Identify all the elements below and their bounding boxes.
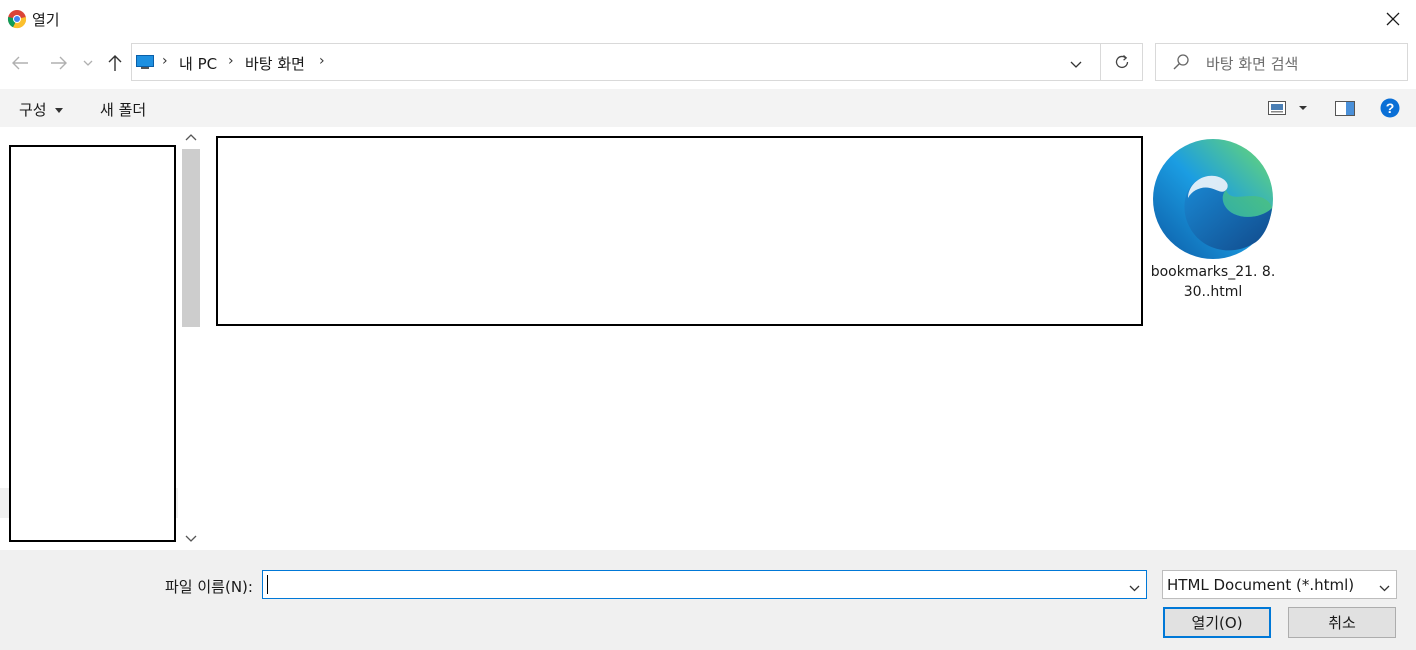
breadcrumb-desktop[interactable]: 바탕 화면 <box>245 53 305 74</box>
filename-input[interactable] <box>262 570 1147 599</box>
view-options-icon <box>1268 101 1307 115</box>
text-caret <box>267 575 268 594</box>
chevron-down-icon <box>1379 585 1390 592</box>
search-icon <box>1172 53 1190 75</box>
caret-down-icon <box>55 108 64 113</box>
breadcrumb-separator-icon[interactable]: › <box>319 53 325 69</box>
arrow-left-icon <box>12 56 28 70</box>
navigation-pane[interactable] <box>0 128 202 550</box>
open-button[interactable]: 열기(O) <box>1163 607 1271 638</box>
file-type-dropdown[interactable] <box>1379 580 1390 596</box>
recent-locations-button[interactable] <box>79 50 97 76</box>
new-folder-button[interactable]: 새 폴더 <box>100 99 146 120</box>
cancel-button[interactable]: 취소 <box>1288 607 1396 638</box>
title-bar: 열기 <box>0 0 1416 38</box>
navigation-tree-redacted-overlay <box>9 145 176 542</box>
chevron-down-icon <box>1070 61 1082 68</box>
view-options-button[interactable] <box>1268 101 1310 119</box>
edge-html-file-icon <box>1152 138 1274 260</box>
close-button[interactable] <box>1370 0 1416 38</box>
navigation-row: › 내 PC › 바탕 화면 › 바탕 화면 검색 <box>0 38 1416 88</box>
up-button[interactable] <box>104 50 126 76</box>
refresh-icon <box>1115 55 1128 69</box>
back-button[interactable] <box>9 50 31 76</box>
preview-pane-icon <box>1335 101 1355 116</box>
refresh-button[interactable] <box>1101 43 1143 81</box>
dialog-footer: 파일 이름(N): HTML Document (*.html) 열기(O) 취… <box>0 550 1416 650</box>
file-item[interactable]: bookmarks_21. 8. 30..html <box>1149 136 1277 306</box>
preview-pane-button[interactable] <box>1335 101 1355 120</box>
scroll-up-icon[interactable] <box>185 131 197 144</box>
scrollbar-thumb[interactable] <box>182 149 200 327</box>
breadcrumb-my-pc[interactable]: 내 PC <box>179 53 217 74</box>
file-type-value: HTML Document (*.html) <box>1167 576 1355 594</box>
navigation-vertical-scrollbar[interactable] <box>180 128 202 550</box>
command-toolbar: 구성 새 폴더 ? <box>0 89 1416 127</box>
chevron-down-icon <box>83 60 93 66</box>
filename-history-dropdown[interactable] <box>1129 580 1140 596</box>
file-list-pane[interactable]: bookmarks_21. 8. 30..html <box>202 128 1416 550</box>
window-title: 열기 <box>32 11 60 29</box>
help-button[interactable]: ? <box>1380 98 1400 122</box>
scroll-down-icon[interactable] <box>185 533 197 546</box>
arrow-right-icon <box>51 56 67 70</box>
desktop-pc-icon <box>136 55 154 73</box>
chevron-down-icon <box>1129 585 1140 592</box>
filename-label: 파일 이름(N): <box>165 578 253 596</box>
file-type-select[interactable]: HTML Document (*.html) <box>1162 570 1397 599</box>
chrome-icon <box>7 9 27 29</box>
file-name: bookmarks_21. 8. 30..html <box>1150 264 1276 300</box>
breadcrumb-separator-icon[interactable]: › <box>162 53 168 69</box>
organize-button[interactable]: 구성 <box>19 99 64 120</box>
address-dropdown-button[interactable] <box>1070 57 1082 73</box>
organize-label: 구성 <box>19 101 47 119</box>
address-bar[interactable]: › 내 PC › 바탕 화면 › <box>131 43 1101 81</box>
open-file-dialog: 열기 › 내 PC › 바탕 화면 › 바탕 화면 검색 구성 새 폴더 ? b… <box>0 0 1416 650</box>
search-placeholder: 바탕 화면 검색 <box>1206 55 1299 73</box>
breadcrumb-separator-icon[interactable]: › <box>228 53 234 69</box>
forward-button[interactable] <box>48 50 70 76</box>
arrow-up-icon <box>108 55 122 71</box>
search-box[interactable]: 바탕 화면 검색 <box>1155 43 1408 81</box>
svg-text:?: ? <box>1386 100 1395 116</box>
close-icon <box>1386 12 1400 26</box>
help-icon: ? <box>1380 98 1400 118</box>
file-list-redacted <box>216 136 1143 326</box>
